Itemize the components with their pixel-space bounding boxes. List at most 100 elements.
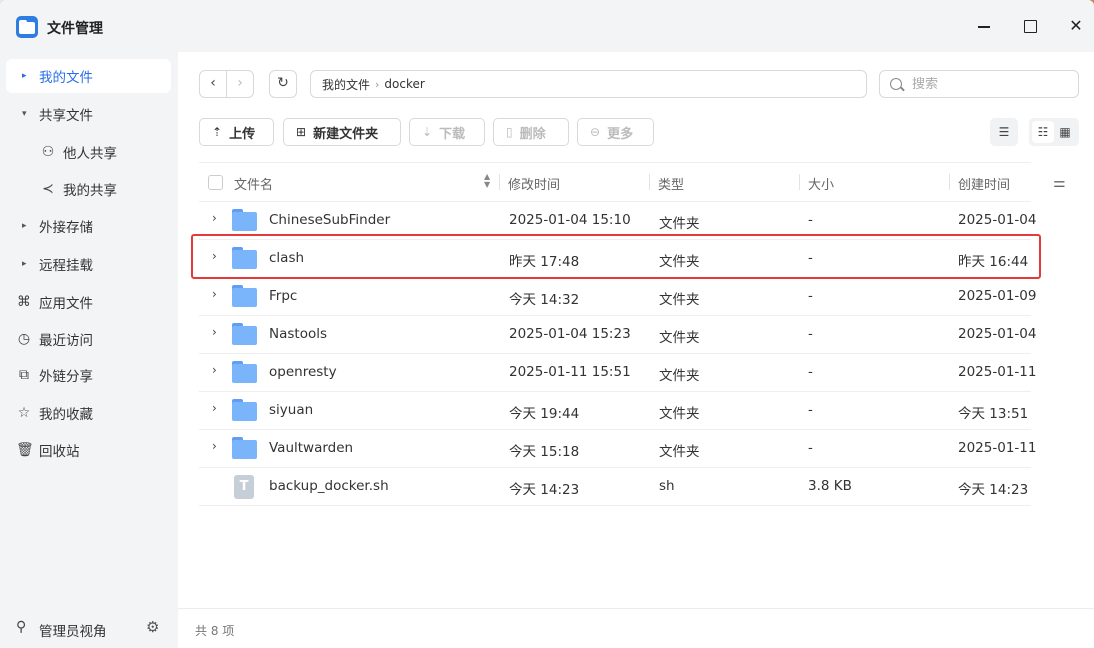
sidebar-item-shared-files[interactable]: ▾ 共享文件 bbox=[6, 97, 171, 131]
breadcrumb-current[interactable]: docker bbox=[384, 77, 424, 91]
table-row[interactable]: T backup_docker.sh 今天 14:23 sh 3.8 KB 今天… bbox=[199, 468, 1031, 506]
expand-chevron-icon[interactable]: › bbox=[212, 211, 217, 225]
expand-chevron-icon[interactable]: › bbox=[212, 249, 217, 263]
table-row[interactable]: › Vaultwarden 今天 15:18 文件夹 - 2025-01-11 bbox=[199, 430, 1036, 468]
sidebar-item-my-files[interactable]: ▸ 我的文件 bbox=[6, 59, 171, 93]
text-file-icon: T bbox=[234, 475, 254, 499]
more-button[interactable]: ⊖ 更多 bbox=[577, 118, 654, 146]
cell-name: Frpc bbox=[269, 288, 298, 304]
sidebar-item-external-storage[interactable]: ▸ 外接存储 bbox=[6, 209, 171, 243]
download-label: 下载 bbox=[439, 126, 466, 142]
delete-button[interactable]: ▯ 删除 bbox=[493, 118, 569, 146]
header-ctime[interactable]: 创建时间 bbox=[958, 174, 1010, 193]
table-row[interactable]: › Nastools 2025-01-04 15:23 文件夹 - 2025-0… bbox=[199, 316, 1036, 354]
download-button[interactable]: ⇣ 下载 bbox=[409, 118, 485, 146]
sidebar-item-label: 回收站 bbox=[39, 444, 80, 460]
cell-name: clash bbox=[269, 250, 305, 266]
table-row[interactable]: › ChineseSubFinder 2025-01-04 15:10 文件夹 … bbox=[199, 202, 1036, 240]
caret-right-icon: ▸ bbox=[22, 71, 27, 81]
sidebar-item-app-files[interactable]: ⌘ 应用文件 bbox=[6, 285, 171, 319]
breadcrumb[interactable]: 我的文件 › docker bbox=[310, 70, 867, 98]
folder-icon bbox=[232, 361, 257, 383]
admin-view-bar: ⚲ 管理员视角 ⚙ bbox=[0, 608, 178, 648]
folder-icon bbox=[232, 323, 257, 345]
view-mode-toggle: ☷ ▦ bbox=[1029, 118, 1079, 146]
expand-chevron-icon[interactable]: › bbox=[212, 401, 217, 415]
main-panel: ‹ › ↻ 我的文件 › docker ⇡ 上传 ⊞ 新建文件夹 ⇣ 下载 ▯ … bbox=[178, 52, 1094, 648]
list-view-icon[interactable]: ☷ bbox=[1032, 121, 1054, 143]
select-all-checkbox[interactable] bbox=[208, 175, 223, 190]
chevron-right-icon: › bbox=[375, 77, 380, 91]
sidebar-item-remote-mount[interactable]: ▸ 远程挂载 bbox=[6, 247, 171, 281]
back-button[interactable]: ‹ bbox=[199, 70, 227, 98]
cell-name: backup_docker.sh bbox=[269, 478, 389, 494]
close-button[interactable]: ✕ bbox=[1064, 14, 1088, 38]
column-divider bbox=[499, 174, 500, 190]
cell-ctime: 2025-01-11 bbox=[958, 364, 1037, 380]
caret-down-icon: ▾ bbox=[22, 109, 27, 119]
file-manager-window: 文件管理 ✕ ▸ 我的文件 ▾ 共享文件 ⚇ 他人共享 ≺ 我的共享 ▸ 外接存… bbox=[0, 0, 1094, 648]
sidebar-item-shared-by-others[interactable]: ⚇ 他人共享 bbox=[6, 135, 171, 169]
table-row[interactable]: › Frpc 今天 14:32 文件夹 - 2025-01-09 bbox=[199, 278, 1036, 316]
table-row[interactable]: › siyuan 今天 19:44 文件夹 - 今天 13:51 bbox=[199, 392, 1031, 430]
cell-size: - bbox=[808, 326, 813, 342]
table-row[interactable]: › openresty 2025-01-11 15:51 文件夹 - 2025-… bbox=[199, 354, 1036, 392]
maximize-button[interactable] bbox=[1018, 14, 1042, 38]
user-icon: ⚲ bbox=[16, 619, 27, 635]
breadcrumb-root[interactable]: 我的文件 bbox=[322, 76, 370, 93]
table-row[interactable]: › clash 昨天 17:48 文件夹 - 昨天 16:44 bbox=[199, 240, 1031, 278]
title-bar: 文件管理 ✕ bbox=[0, 0, 1094, 52]
gear-icon[interactable]: ⚙ bbox=[146, 618, 159, 636]
cell-name: Nastools bbox=[269, 326, 328, 342]
search-input[interactable] bbox=[912, 76, 1062, 92]
column-divider bbox=[799, 174, 800, 190]
sort-order-button[interactable]: ☰ bbox=[990, 118, 1018, 146]
caret-right-icon: ▸ bbox=[22, 259, 27, 269]
header-name[interactable]: 文件名 bbox=[234, 174, 273, 193]
grid-view-icon[interactable]: ▦ bbox=[1054, 121, 1076, 143]
folder-icon bbox=[232, 285, 257, 307]
expand-chevron-icon[interactable]: › bbox=[212, 325, 217, 339]
cell-type: 文件夹 bbox=[659, 444, 700, 460]
clock-icon: ◷ bbox=[17, 331, 31, 347]
share-icon: ≺ bbox=[42, 181, 54, 197]
sidebar-item-recent[interactable]: ◷ 最近访问 bbox=[6, 322, 171, 356]
cell-type: 文件夹 bbox=[659, 254, 700, 270]
new-folder-icon: ⊞ bbox=[296, 125, 307, 139]
cell-name: Vaultwarden bbox=[269, 440, 354, 456]
sidebar-item-recycle-bin[interactable]: 🗑 回收站 bbox=[6, 433, 171, 467]
header-size[interactable]: 大小 bbox=[808, 174, 834, 193]
folder-icon bbox=[232, 437, 257, 459]
forward-button[interactable]: › bbox=[226, 70, 254, 98]
sidebar-item-label: 外链分享 bbox=[39, 369, 93, 385]
sidebar-item-link-shares[interactable]: ⧉ 外链分享 bbox=[6, 358, 171, 392]
cell-mtime: 今天 14:23 bbox=[509, 482, 580, 498]
cell-type: 文件夹 bbox=[659, 216, 700, 232]
search-box[interactable] bbox=[879, 70, 1079, 98]
cell-mtime: 今天 19:44 bbox=[509, 406, 580, 422]
expand-chevron-icon[interactable]: › bbox=[212, 363, 217, 377]
upload-button[interactable]: ⇡ 上传 bbox=[199, 118, 274, 146]
more-icon: ⊖ bbox=[590, 125, 601, 139]
sort-icon[interactable]: ▲ ▼ bbox=[484, 173, 490, 189]
expand-chevron-icon[interactable]: › bbox=[212, 287, 217, 301]
sidebar-item-favorites[interactable]: ☆ 我的收藏 bbox=[6, 396, 171, 430]
trash-icon: 🗑 bbox=[16, 442, 34, 458]
cell-mtime: 2025-01-11 15:51 bbox=[509, 364, 631, 380]
upload-label: 上传 bbox=[229, 126, 256, 142]
expand-chevron-icon[interactable]: › bbox=[212, 439, 217, 453]
cell-mtime: 昨天 17:48 bbox=[509, 254, 580, 270]
header-type[interactable]: 类型 bbox=[658, 174, 684, 193]
sidebar-item-label: 远程挂载 bbox=[39, 258, 93, 274]
cell-ctime: 2025-01-04 bbox=[958, 326, 1037, 342]
cell-size: - bbox=[808, 364, 813, 380]
file-manager-app-icon bbox=[16, 16, 38, 38]
refresh-button[interactable]: ↻ bbox=[269, 70, 297, 98]
sidebar-item-my-shares[interactable]: ≺ 我的共享 bbox=[6, 172, 171, 206]
sidebar: ▸ 我的文件 ▾ 共享文件 ⚇ 他人共享 ≺ 我的共享 ▸ 外接存储 ▸ 远程挂… bbox=[0, 52, 178, 648]
column-divider bbox=[949, 174, 950, 190]
new-folder-button[interactable]: ⊞ 新建文件夹 bbox=[283, 118, 401, 146]
header-mtime[interactable]: 修改时间 bbox=[508, 174, 560, 193]
minimize-button[interactable] bbox=[972, 14, 996, 38]
column-settings-icon[interactable]: ⚌ bbox=[1053, 175, 1066, 191]
